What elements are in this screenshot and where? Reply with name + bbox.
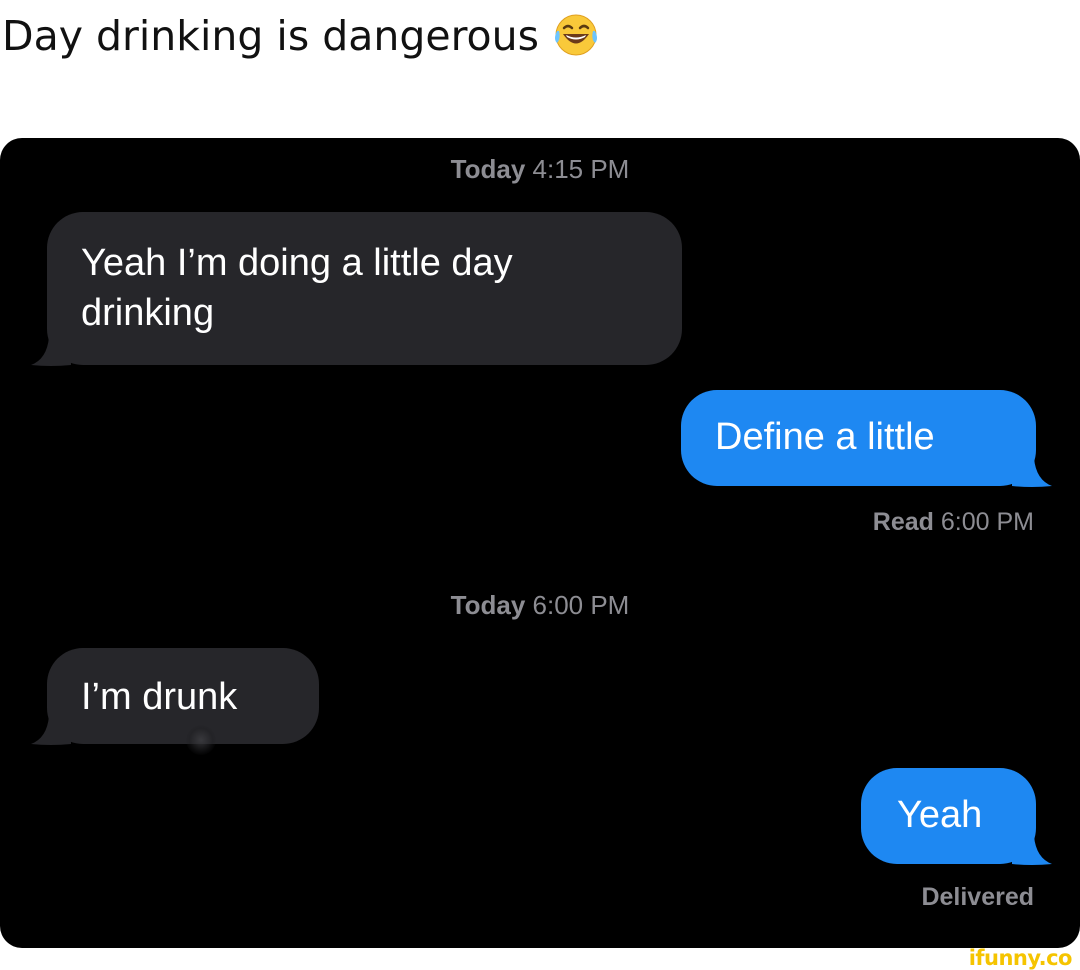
outgoing-message-bubble[interactable]: Yeah [861,768,1052,865]
timestamp-time: 4:15 PM [532,154,630,184]
timestamp-header: Today 6:00 PM [0,590,1080,621]
receipt-status: Read [872,508,934,536]
receipt-time: 6:00 PM [940,508,1034,536]
timestamp-day: Today [450,154,526,184]
post-caption: Day drinking is dangerous [2,8,601,64]
message-text: I’m drunk [81,676,238,718]
screen-smudge [186,725,216,755]
outgoing-message-bubble[interactable]: Define a little [681,390,1052,487]
timestamp-header: Today 4:15 PM [0,154,1080,185]
incoming-message-bubble[interactable]: Yeah I’m doing a little day drinking [31,212,682,366]
delivery-receipt: Delivered [921,883,1034,912]
timestamp-time: 6:00 PM [532,590,630,620]
bubble-tail-icon [1012,836,1052,865]
bubble-tail-icon [1012,458,1052,487]
caption-text: Day drinking is dangerous [2,12,539,60]
laughing-tears-emoji-icon [551,9,601,59]
incoming-message-bubble[interactable]: I’m drunk [31,648,319,745]
read-receipt: Read 6:00 PM [873,508,1034,537]
bubble-tail-icon [31,716,71,745]
receipt-status: Delivered [921,883,1034,911]
message-text: Yeah [897,794,983,836]
message-line: drinking [81,292,215,334]
bubble-tail-icon [31,337,71,366]
ifunny-watermark: ifunny.co [968,946,1073,970]
footer-strip: ifunny.co [0,948,1080,969]
timestamp-day: Today [450,590,526,620]
message-thread[interactable]: Today 4:15 PM Yeah I’m doing a little da… [0,138,1080,948]
message-text: Define a little [715,416,935,458]
message-line: Yeah I’m doing a little day [81,242,513,284]
